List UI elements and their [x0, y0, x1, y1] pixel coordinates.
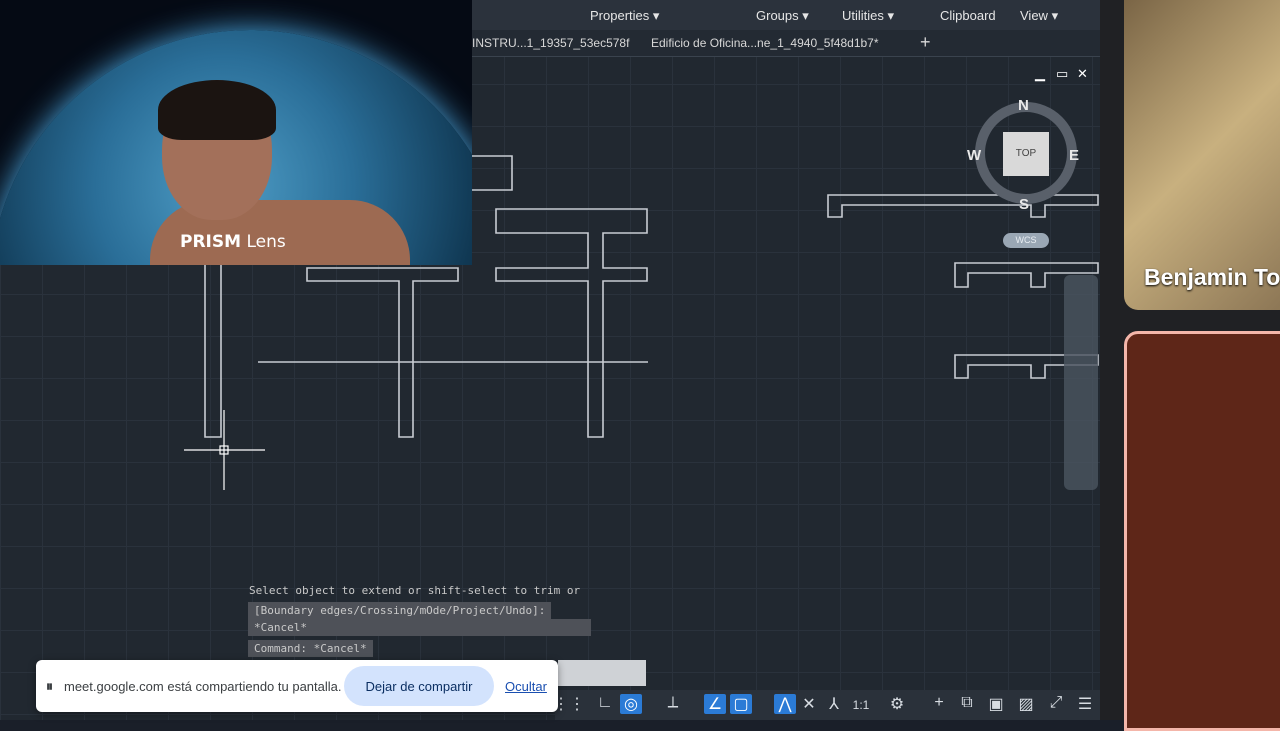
- participant-name: Benjamin To: [1144, 264, 1280, 290]
- crosshair-cursor: [184, 410, 265, 490]
- wall-outline: [827, 194, 1099, 218]
- compass-south[interactable]: S: [1019, 196, 1029, 213]
- tab-file-1[interactable]: INSTRU...1_19357_53ec578f: [472, 36, 629, 50]
- gear-icon[interactable]: ⚙: [886, 694, 908, 714]
- stop-sharing-button[interactable]: Dejar de compartir: [344, 666, 494, 706]
- compass-east[interactable]: E: [1069, 147, 1079, 164]
- command-input[interactable]: [558, 660, 646, 686]
- prism-lens-watermark: PRISM Lens: [180, 232, 286, 252]
- command-history-line: *Cancel*: [248, 619, 591, 636]
- wall-outline: [495, 208, 648, 438]
- annotation-icon[interactable]: ⋀: [774, 694, 796, 714]
- scale-label[interactable]: 1:1: [850, 698, 872, 712]
- command-history-line: Command: *Cancel*: [248, 640, 373, 657]
- ribbon-group-label: Utilities: [842, 8, 884, 23]
- ortho-icon[interactable]: ∟: [594, 694, 616, 712]
- command-history-line: [Boundary edges/Crossing/mOde/Project/Un…: [248, 602, 552, 619]
- command-history-line: Select object to extend or shift-select …: [249, 584, 581, 597]
- navigation-bar[interactable]: [1064, 275, 1098, 490]
- share-message: meet.google.com está compartiendo tu pan…: [64, 679, 342, 694]
- file-tabs: INSTRU...1_19357_53ec578f Edificio de Of…: [472, 30, 1100, 57]
- participant-tile[interactable]: Benjamin To: [1124, 0, 1280, 310]
- fullscreen-icon[interactable]: ⤢: [1045, 694, 1067, 712]
- workspace-icon[interactable]: ⅄: [823, 694, 845, 714]
- annotation-scale-icon[interactable]: ✕: [798, 694, 820, 714]
- compass-west[interactable]: W: [967, 147, 981, 164]
- add-tab-button[interactable]: +: [920, 32, 931, 53]
- isolate-icon[interactable]: ⧉: [956, 694, 978, 712]
- wcs-menu[interactable]: WCS: [1003, 233, 1049, 248]
- ribbon-group-label: View: [1020, 8, 1048, 23]
- tab-file-2[interactable]: Edificio de Oficina...ne_1_4940_5f48d1b7…: [651, 36, 879, 50]
- plus-icon[interactable]: +: [928, 694, 950, 712]
- polar-icon[interactable]: ◎: [620, 694, 642, 714]
- osnap-icon[interactable]: ∠: [704, 694, 726, 714]
- ribbon-group-clipboard[interactable]: Clipboard: [940, 8, 996, 23]
- wall-outline: [472, 155, 513, 191]
- ribbon-panel: Properties ▾ Groups ▾ Utilities ▾ Clipbo…: [472, 0, 1100, 30]
- isodraft-icon[interactable]: ⟂: [662, 694, 684, 712]
- viewcube-top-face[interactable]: TOP: [1003, 132, 1049, 176]
- restore-viewport-button[interactable]: ▭: [1056, 66, 1068, 82]
- ribbon-group-groups[interactable]: Groups ▾: [756, 8, 809, 24]
- pause-icon: ⏸: [46, 678, 53, 694]
- ribbon-group-label: Properties: [590, 8, 650, 23]
- minimize-viewport-button[interactable]: ▁: [1035, 66, 1045, 82]
- selection-icon[interactable]: ▢: [730, 694, 752, 714]
- wall-outline: [204, 265, 222, 438]
- ribbon-group-properties[interactable]: Properties ▾: [590, 8, 659, 24]
- compass-north[interactable]: N: [1018, 97, 1029, 114]
- screen-share-notification: ⏸ meet.google.com está compartiendo tu p…: [36, 660, 558, 712]
- wall-outline: [306, 267, 459, 438]
- hide-link[interactable]: Ocultar: [505, 679, 547, 694]
- ribbon-group-label: Groups: [756, 8, 799, 23]
- ribbon-group-view[interactable]: View ▾: [1020, 8, 1058, 24]
- image-icon[interactable]: ▨: [1015, 694, 1037, 714]
- close-viewport-button[interactable]: ✕: [1077, 66, 1088, 82]
- ribbon-group-label: Clipboard: [940, 8, 996, 23]
- participant-tile-active[interactable]: [1124, 331, 1280, 731]
- webcam-overlay: PRISM Lens: [0, 0, 472, 265]
- ribbon-group-utilities[interactable]: Utilities ▾: [842, 8, 894, 24]
- hardware-icon[interactable]: ▣: [985, 694, 1007, 714]
- menu-icon[interactable]: ☰: [1074, 694, 1096, 714]
